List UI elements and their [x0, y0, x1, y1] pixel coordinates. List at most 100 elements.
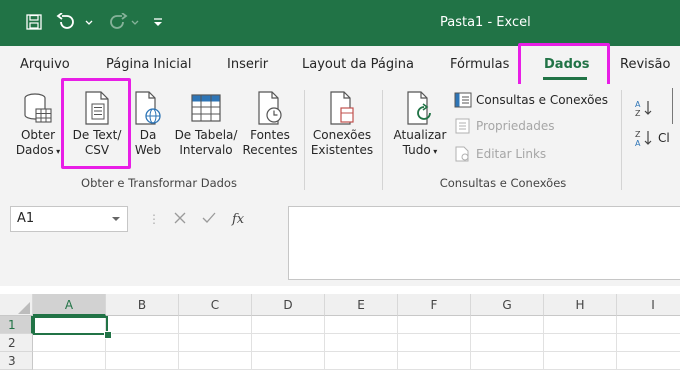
- column-header-c[interactable]: C: [179, 294, 252, 316]
- cell-c3[interactable]: [179, 352, 252, 370]
- fill-handle[interactable]: [104, 331, 112, 339]
- cell-i1[interactable]: [617, 316, 680, 334]
- insert-function-icon[interactable]: fx: [232, 212, 244, 227]
- name-box-value: A1: [17, 211, 35, 226]
- consultas-label: Consultas e Conexões: [476, 93, 609, 107]
- cell-b2[interactable]: [106, 334, 179, 352]
- edit-links-icon: [455, 146, 469, 162]
- cell-i2[interactable]: [617, 334, 680, 352]
- group-separator: [382, 90, 383, 190]
- confirm-icon[interactable]: [202, 212, 216, 227]
- undo-icon[interactable]: [54, 10, 98, 34]
- sort-filter-icon[interactable]: [672, 88, 680, 124]
- svg-text:A: A: [635, 100, 641, 109]
- refresh-icon: [390, 88, 450, 128]
- cell-b3[interactable]: [106, 352, 179, 370]
- obter-dados-button[interactable]: Obter Dados ▾: [14, 86, 62, 168]
- cell-g2[interactable]: [471, 334, 544, 352]
- cell-f2[interactable]: [398, 334, 471, 352]
- tabela-line2: Intervalo: [179, 143, 233, 157]
- tab-inserir[interactable]: Inserir: [227, 46, 268, 84]
- cell-h3[interactable]: [544, 352, 617, 370]
- sort-za-button[interactable]: ZA Cl: [634, 128, 670, 148]
- cell-a3[interactable]: [33, 352, 106, 370]
- formula-input[interactable]: [288, 206, 680, 280]
- conexoes-line2: Existentes: [310, 143, 374, 157]
- cell-g3[interactable]: [471, 352, 544, 370]
- de-tabela-intervalo-button[interactable]: De Tabela/ Intervalo: [172, 86, 240, 168]
- column-header-b[interactable]: B: [106, 294, 179, 316]
- propriedades-label: Propriedades: [476, 119, 555, 133]
- da-web-line1: Da: [139, 128, 157, 142]
- sort-az-button[interactable]: AZ: [634, 98, 658, 118]
- conexoes-line1: Conexões: [312, 128, 372, 142]
- save-icon[interactable]: [22, 10, 46, 34]
- redo-icon[interactable]: [104, 10, 144, 34]
- row-header-1[interactable]: 1: [0, 316, 33, 334]
- group-label-consultas: Consultas e Conexões: [439, 176, 567, 190]
- svg-text:A: A: [635, 139, 641, 148]
- tab-layout-da-pagina[interactable]: Layout da Página: [302, 46, 414, 84]
- active-cell-a1[interactable]: [33, 316, 108, 335]
- cell-d2[interactable]: [252, 334, 325, 352]
- cell-e3[interactable]: [325, 352, 398, 370]
- tab-revisao[interactable]: Revisão: [620, 46, 670, 84]
- window-title: Pasta1 - Excel: [440, 15, 531, 30]
- chevron-down-icon[interactable]: [111, 213, 121, 227]
- web-file-icon: [130, 88, 166, 128]
- fontes-line1: Fontes: [250, 128, 290, 142]
- chevron-down-icon: ▾: [430, 147, 438, 156]
- cancel-icon[interactable]: [174, 212, 186, 227]
- active-tab-indicator: [543, 77, 587, 80]
- row-header-3[interactable]: 3: [0, 352, 33, 370]
- column-header-f[interactable]: F: [398, 294, 471, 316]
- tab-formulas[interactable]: Fórmulas: [450, 46, 509, 84]
- column-header-i[interactable]: I: [617, 294, 680, 316]
- worksheet-grid: ABCDEFGHI 123: [0, 286, 680, 376]
- obter-line2: Dados: [15, 143, 54, 157]
- ribbon-tabs: Arquivo Página Inicial Inserir Layout da…: [0, 46, 680, 84]
- cell-c1[interactable]: [179, 316, 252, 334]
- da-web-button[interactable]: Da Web: [130, 86, 166, 168]
- cell-c2[interactable]: [179, 334, 252, 352]
- cell-d3[interactable]: [252, 352, 325, 370]
- cell-d1[interactable]: [252, 316, 325, 334]
- column-header-g[interactable]: G: [471, 294, 544, 316]
- cell-h2[interactable]: [544, 334, 617, 352]
- editar-links-button[interactable]: Editar Links: [454, 144, 546, 164]
- propriedades-button[interactable]: Propriedades: [454, 116, 555, 136]
- de-text-csv-button[interactable]: De Text/ CSV: [68, 86, 126, 168]
- chevron-down-icon: ▾: [53, 147, 61, 156]
- atualizar-line1: Atualizar: [393, 128, 447, 142]
- cell-e1[interactable]: [325, 316, 398, 334]
- column-header-h[interactable]: H: [544, 294, 617, 316]
- cell-f1[interactable]: [398, 316, 471, 334]
- recent-sources-icon: [240, 88, 300, 128]
- conexoes-existentes-button[interactable]: Conexões Existentes: [308, 86, 376, 168]
- tab-arquivo[interactable]: Arquivo: [20, 46, 70, 84]
- cell-f3[interactable]: [398, 352, 471, 370]
- group-label-obter: Obter e Transformar Dados: [81, 176, 237, 190]
- column-header-e[interactable]: E: [325, 294, 398, 316]
- svg-text:Z: Z: [635, 130, 641, 139]
- customize-toolbar-icon[interactable]: [148, 10, 168, 34]
- column-header-a[interactable]: A: [33, 294, 106, 316]
- editar-links-label: Editar Links: [476, 147, 547, 161]
- cell-a2[interactable]: [33, 334, 106, 352]
- column-header-d[interactable]: D: [252, 294, 325, 316]
- name-box[interactable]: A1: [10, 206, 128, 232]
- cell-b1[interactable]: [106, 316, 179, 334]
- row-header-2[interactable]: 2: [0, 334, 33, 352]
- cell-h1[interactable]: [544, 316, 617, 334]
- tab-pagina-inicial[interactable]: Página Inicial: [106, 46, 191, 84]
- cell-e2[interactable]: [325, 334, 398, 352]
- cell-i3[interactable]: [617, 352, 680, 370]
- properties-icon: [455, 118, 470, 134]
- consultas-conexoes-button[interactable]: Consultas e Conexões: [454, 90, 608, 110]
- atualizar-tudo-button[interactable]: Atualizar Tudo ▾: [390, 86, 450, 168]
- fontes-recentes-button[interactable]: Fontes Recentes: [240, 86, 300, 168]
- table-icon: [172, 88, 240, 128]
- select-all-corner[interactable]: [0, 294, 33, 316]
- cell-g1[interactable]: [471, 316, 544, 334]
- sort-label: Cl: [658, 131, 670, 145]
